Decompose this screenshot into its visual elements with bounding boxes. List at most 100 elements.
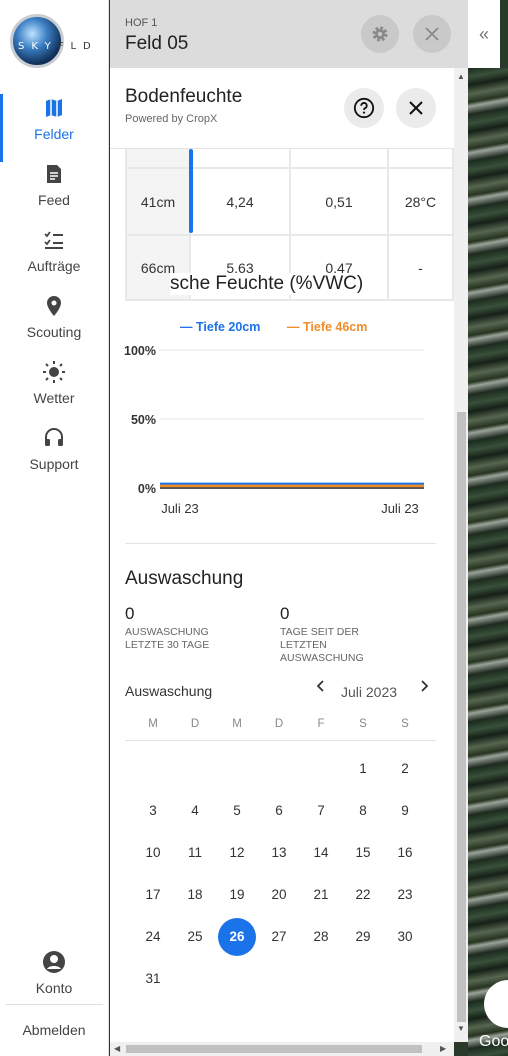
calendar-day[interactable]: 2 (386, 750, 424, 788)
weekday-header: S (401, 718, 409, 730)
sidebar-item-label: Feed (38, 192, 70, 208)
calendar-day[interactable]: 4 (176, 792, 214, 830)
calendar-day[interactable]: 15 (344, 834, 382, 872)
close-icon (425, 27, 439, 41)
sidebar-item-felder[interactable]: Felder (0, 94, 108, 162)
table-cell-depth: 41cm (125, 169, 191, 236)
skyfld-logo: SKYFLD (10, 14, 102, 68)
calendar-day[interactable]: 8 (344, 792, 382, 830)
sidebar-item-label: Felder (34, 126, 74, 142)
logout-button[interactable]: Abmelden (0, 1022, 108, 1038)
scrollbar-thumb[interactable] (126, 1045, 422, 1053)
calendar-day[interactable]: 20 (260, 876, 298, 914)
panel-subtitle: Powered by CropX (125, 113, 218, 125)
scroll-right-arrow[interactable]: ▶ (440, 1044, 446, 1053)
calendar-day[interactable]: 24 (134, 918, 172, 956)
calendar-day[interactable]: 30 (386, 918, 424, 956)
close-panel-button[interactable] (396, 88, 436, 128)
legend-series-2: — Tiefe 46cm (287, 320, 368, 334)
table-cell (191, 149, 291, 169)
calendar-day[interactable]: 28 (302, 918, 340, 956)
satellite-map[interactable] (468, 68, 508, 1056)
chevron-left-icon (316, 680, 324, 692)
calendar-day[interactable]: 9 (386, 792, 424, 830)
gear-icon (372, 26, 388, 42)
scroll-up-arrow[interactable]: ▲ (457, 72, 465, 81)
calendar-day[interactable]: 12 (218, 834, 256, 872)
legend-label: Tiefe 46cm (302, 320, 368, 334)
table-cell: 28°C (389, 169, 454, 236)
collapse-panel-button[interactable]: « (468, 0, 500, 68)
sidebar-item-scouting[interactable]: Scouting (0, 294, 108, 360)
weekday-header: D (190, 718, 200, 730)
horizontal-scrollbar[interactable]: ◀ ▶ (110, 1042, 454, 1056)
leaching-count-label: AUSWASCHUNG LETZTE 30 TAGE (125, 626, 210, 651)
legend-label: Tiefe 20cm (195, 320, 261, 334)
calendar-day-selected[interactable]: 26 (218, 918, 256, 956)
sidebar-item-wetter[interactable]: Wetter (0, 360, 108, 426)
y-tick-label: 100% (124, 344, 156, 358)
prev-month-button[interactable] (315, 679, 327, 697)
settings-button[interactable] (361, 15, 399, 53)
tasks-icon (44, 231, 63, 249)
calendar-day[interactable]: 18 (176, 876, 214, 914)
calendar-day[interactable]: 29 (344, 918, 382, 956)
calendar-day[interactable]: 27 (260, 918, 298, 956)
field-name: Feld 05 (125, 33, 189, 54)
feed-icon (47, 165, 61, 183)
section-divider (125, 543, 436, 544)
calendar-day[interactable]: 31 (134, 960, 172, 998)
legend-series-1: — Tiefe 20cm (180, 320, 261, 334)
chevron-right-icon (421, 680, 429, 692)
vertical-scrollbar[interactable]: ▲ ▼ (454, 68, 468, 1042)
leaching-count: 0 (125, 604, 135, 623)
sidebar-item-label: Support (29, 456, 79, 472)
moisture-chart: 100% 50% 0% Juli 23 Juli 23 (124, 344, 424, 516)
leaching-title: Auswaschung (125, 568, 244, 589)
calendar-day[interactable]: 17 (134, 876, 172, 914)
calendar-day[interactable]: 21 (302, 876, 340, 914)
calendar-day[interactable]: 16 (386, 834, 424, 872)
calendar-day[interactable]: 11 (176, 834, 214, 872)
account-button[interactable]: Konto (0, 950, 108, 1016)
sidebar-item-label: Scouting (26, 324, 82, 340)
calendar-day[interactable]: 14 (302, 834, 340, 872)
close-icon (409, 101, 423, 115)
field-header: HOF 1 Feld 05 (110, 0, 468, 68)
calendar-day[interactable]: 10 (134, 834, 172, 872)
sidebar: SKYFLD Felder Feed Aufträge Scouting Wet… (0, 0, 109, 1056)
calendar-day[interactable]: 23 (386, 876, 424, 914)
calendar-day[interactable]: 25 (176, 918, 214, 956)
calendar-day[interactable]: 5 (218, 792, 256, 830)
sidebar-item-feed[interactable]: Feed (0, 162, 108, 228)
double-chevron-left-icon: « (478, 23, 489, 44)
scroll-left-arrow[interactable]: ◀ (114, 1044, 120, 1053)
sidebar-item-label: Wetter (33, 390, 75, 406)
help-button[interactable] (344, 88, 384, 128)
next-month-button[interactable] (418, 679, 430, 697)
sun-icon (43, 361, 65, 383)
scroll-down-arrow[interactable]: ▼ (457, 1024, 465, 1033)
calendar-day[interactable]: 6 (260, 792, 298, 830)
weekday-header: M (232, 718, 242, 730)
series-marker (189, 149, 193, 233)
x-tick-label: Juli 23 (381, 501, 419, 516)
headset-icon (45, 428, 63, 446)
weekday-header: S (359, 718, 367, 730)
sidebar-item-support[interactable]: Support (0, 426, 108, 492)
calendar-day[interactable]: 7 (302, 792, 340, 830)
calendar-label: Auswaschung (125, 683, 213, 699)
close-field-button[interactable] (413, 15, 451, 53)
table-cell (125, 149, 191, 169)
calendar-day[interactable]: 19 (218, 876, 256, 914)
calendar-day[interactable]: 22 (344, 876, 382, 914)
panel-title: Bodenfeuchte (125, 86, 243, 107)
days-since-leaching: 0 (280, 604, 290, 623)
table-cell: - (389, 236, 454, 301)
scrollbar-thumb[interactable] (457, 412, 466, 1022)
calendar-day[interactable]: 3 (134, 792, 172, 830)
calendar-day[interactable]: 1 (344, 750, 382, 788)
calendar-day[interactable]: 13 (260, 834, 298, 872)
sidebar-item-auftraege[interactable]: Aufträge (0, 228, 108, 294)
account-icon (43, 951, 65, 973)
